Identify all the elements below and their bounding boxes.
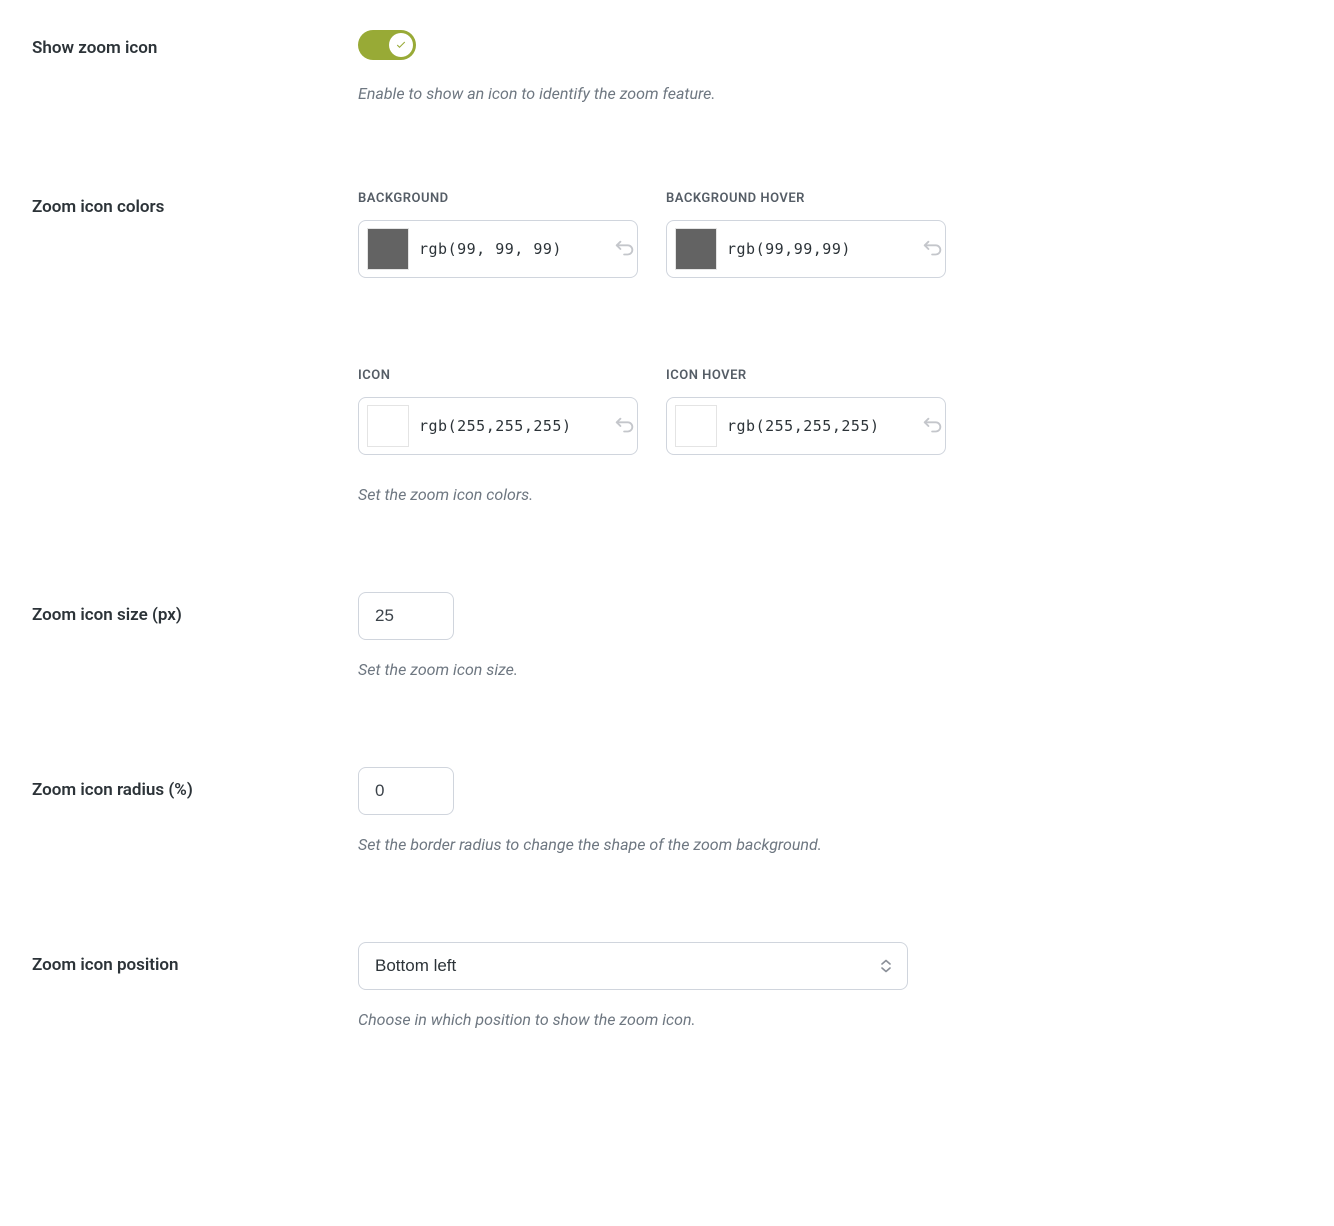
color-input-icon-hover [666,397,946,455]
color-input-background-hover [666,220,946,278]
label-show-zoom-icon: Show zoom icon [32,38,157,58]
sublabel-background: BACKGROUND [358,191,638,206]
control-col: Set the zoom icon size. [358,592,1098,682]
label-zoom-icon-radius: Zoom icon radius (%) [32,780,193,800]
row-zoom-icon-radius: Zoom icon radius (%) Set the border radi… [32,767,1302,857]
color-input-background [358,220,638,278]
input-zoom-icon-radius[interactable] [358,767,454,815]
label-col: Zoom icon colors [32,191,358,217]
control-col: Bottom left Choose in which position to … [358,942,1098,1032]
sublabel-icon: ICON [358,368,638,383]
undo-icon [922,415,944,437]
color-value-background[interactable] [419,240,610,258]
sublabel-icon-hover: ICON HOVER [666,368,946,383]
color-grid: BACKGROUND BACKGROUND HOVER [358,191,1098,455]
label-zoom-icon-size: Zoom icon size (px) [32,605,182,625]
undo-icon [614,238,636,260]
reset-button-icon[interactable] [610,411,640,441]
color-value-icon[interactable] [419,417,610,435]
description-show-zoom-icon: Enable to show an icon to identify the z… [358,82,1098,106]
row-zoom-icon-position: Zoom icon position Bottom left Choose in… [32,942,1302,1032]
check-icon [395,39,407,51]
reset-button-background[interactable] [610,234,640,264]
color-field-background: BACKGROUND [358,191,638,278]
reset-button-icon-hover[interactable] [918,411,948,441]
color-value-icon-hover[interactable] [727,417,918,435]
toggle-show-zoom-icon[interactable] [358,30,416,60]
row-show-zoom-icon: Show zoom icon Enable to show an icon to… [32,30,1302,106]
sublabel-background-hover: BACKGROUND HOVER [666,191,946,206]
select-wrap: Bottom left [358,942,908,990]
description-zoom-icon-position: Choose in which position to show the zoo… [358,1008,1098,1032]
label-col: Zoom icon position [32,942,358,975]
color-field-icon: ICON [358,368,638,455]
control-col: Enable to show an icon to identify the z… [358,30,1098,106]
label-zoom-icon-colors: Zoom icon colors [32,197,164,217]
description-zoom-icon-colors: Set the zoom icon colors. [358,483,1098,507]
color-value-background-hover[interactable] [727,240,918,258]
description-zoom-icon-radius: Set the border radius to change the shap… [358,833,1098,857]
color-input-icon [358,397,638,455]
select-zoom-icon-position[interactable]: Bottom left [358,942,908,990]
color-swatch-icon-hover[interactable] [675,405,717,447]
row-zoom-icon-colors: Zoom icon colors BACKGROUND BACKGROUND H… [32,191,1302,507]
color-swatch-background-hover[interactable] [675,228,717,270]
color-field-background-hover: BACKGROUND HOVER [666,191,946,278]
description-zoom-icon-size: Set the zoom icon size. [358,658,1098,682]
control-col: Set the border radius to change the shap… [358,767,1098,857]
label-col: Zoom icon radius (%) [32,767,358,800]
undo-icon [922,238,944,260]
label-col: Show zoom icon [32,30,358,58]
control-col: BACKGROUND BACKGROUND HOVER [358,191,1098,507]
input-zoom-icon-size[interactable] [358,592,454,640]
reset-button-background-hover[interactable] [918,234,948,264]
row-zoom-icon-size: Zoom icon size (px) Set the zoom icon si… [32,592,1302,682]
label-zoom-icon-position: Zoom icon position [32,955,179,975]
toggle-knob [389,33,413,57]
color-field-icon-hover: ICON HOVER [666,368,946,455]
color-swatch-background[interactable] [367,228,409,270]
label-col: Zoom icon size (px) [32,592,358,625]
color-swatch-icon[interactable] [367,405,409,447]
undo-icon [614,415,636,437]
